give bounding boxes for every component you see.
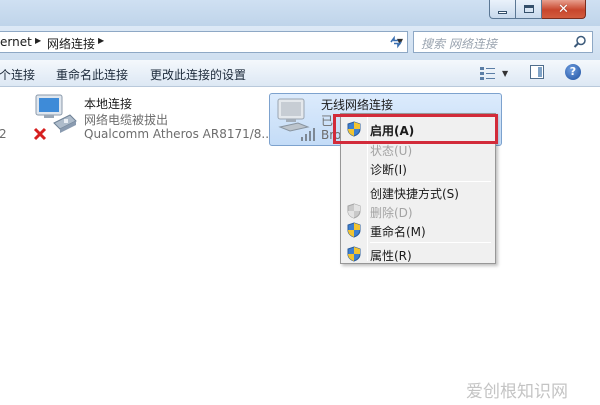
- menu-item-label: 重命名(M): [370, 225, 426, 239]
- view-dropdown-icon[interactable]: ▼: [502, 69, 508, 78]
- search-input[interactable]: 搜索 网络连接: [421, 35, 497, 52]
- shield-icon: [347, 222, 361, 238]
- address-row: ernet ▶ 网络连接 ▶ ▼ 搜索 网络连接: [0, 26, 600, 60]
- title-bar: ✕: [0, 0, 600, 26]
- refresh-icon: [390, 35, 402, 49]
- connection-name: 无线网络连接: [321, 98, 394, 112]
- close-button[interactable]: ✕: [542, 0, 586, 19]
- connection-name: 本地连接: [84, 97, 133, 111]
- menu-item-delete[interactable]: 删除(D): [341, 201, 495, 221]
- view-options-icon[interactable]: [479, 65, 497, 81]
- refresh-button[interactable]: [386, 32, 406, 52]
- menu-item-label: 诊断(I): [370, 163, 407, 177]
- command-bar: 个连接 重命名此连接 更改此连接的设置 ▼ ?: [0, 60, 600, 87]
- maximize-button[interactable]: [516, 0, 542, 19]
- connection-item-local[interactable]: 2 本地连接 网络电缆被拔出 Qualcomm Atheros AR8171/8…: [0, 87, 273, 147]
- wireless-adapter-icon: [277, 98, 315, 141]
- close-icon: ✕: [558, 1, 569, 17]
- maximize-icon: [523, 5, 534, 13]
- connection-status: 已: [321, 114, 334, 128]
- menu-item-label: 状态(U): [370, 144, 413, 158]
- breadcrumb-arrow-icon[interactable]: ▶: [98, 36, 104, 45]
- change-connection-settings-button[interactable]: 更改此连接的设置: [150, 66, 246, 83]
- shield-icon: [347, 203, 361, 219]
- menu-item-label: 属性(R): [370, 249, 412, 263]
- help-icon[interactable]: ?: [565, 64, 581, 80]
- search-icon[interactable]: [572, 34, 588, 50]
- rename-connection-button[interactable]: 重命名此连接: [56, 66, 128, 83]
- menu-item-diagnose[interactable]: 诊断(I): [341, 158, 495, 178]
- annotation-highlight-box: [333, 114, 498, 144]
- menu-item-create-shortcut[interactable]: 创建快捷方式(S): [341, 182, 495, 202]
- watermark: 爱创根知识网: [466, 382, 568, 402]
- menu-item-label: 创建快捷方式(S): [370, 187, 459, 201]
- disable-connection-button[interactable]: 个连接: [0, 66, 35, 83]
- window-controls: ✕: [489, 0, 586, 19]
- partial-text: 2: [0, 127, 7, 141]
- disconnected-x-icon: [33, 127, 47, 141]
- preview-pane-icon[interactable]: [530, 65, 544, 79]
- connections-list: 2 本地连接 网络电缆被拔出 Qualcomm Atheros AR8171/8…: [0, 87, 600, 405]
- breadcrumb-network-connections[interactable]: 网络连接: [47, 35, 95, 52]
- shield-icon: [347, 246, 361, 262]
- menu-item-label: 删除(D): [370, 206, 413, 220]
- minimize-icon: [498, 10, 507, 14]
- address-bar[interactable]: ernet ▶ 网络连接 ▶ ▼: [0, 31, 408, 53]
- minimize-button[interactable]: [489, 0, 516, 19]
- menu-item-properties[interactable]: 属性(R): [341, 244, 495, 264]
- breadcrumb-internet[interactable]: ernet: [0, 35, 32, 49]
- menu-separator: [370, 242, 491, 243]
- connection-status: 网络电缆被拔出: [84, 113, 169, 127]
- menu-item-rename[interactable]: 重命名(M): [341, 220, 495, 240]
- connection-adapter: Qualcomm Atheros AR8171/8...: [84, 127, 273, 141]
- breadcrumb-arrow-icon[interactable]: ▶: [35, 36, 41, 45]
- search-box[interactable]: 搜索 网络连接: [413, 31, 593, 53]
